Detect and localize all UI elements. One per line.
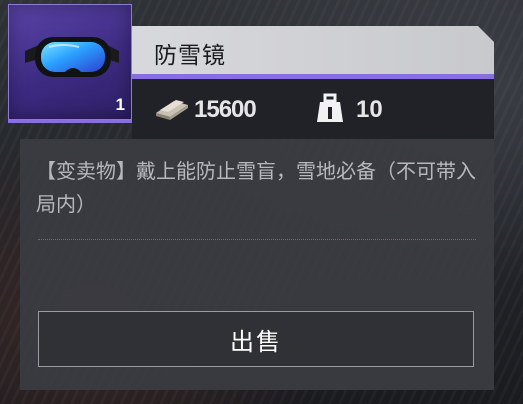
- item-thumbnail: 1: [8, 4, 132, 120]
- panel-divider: [38, 239, 476, 240]
- item-stats-bar: 15600 10: [132, 79, 494, 139]
- item-detail-panel: 【变卖物】戴上能防止雪盲，雪地必备（不可带入局内） 出售: [20, 139, 494, 390]
- item-price: 15600: [194, 96, 257, 123]
- rarity-underline: [8, 120, 132, 123]
- item-weight: 10: [356, 96, 383, 123]
- sell-button[interactable]: 出售: [38, 311, 474, 367]
- item-description: 【变卖物】戴上能防止雪盲，雪地必备（不可带入局内）: [36, 159, 476, 216]
- sell-button-label: 出售: [230, 327, 282, 356]
- weight-icon: [317, 93, 343, 122]
- ski-goggles-icon: [25, 37, 119, 77]
- item-count: 1: [115, 95, 125, 114]
- item-title-bar: 防雪镜: [132, 26, 494, 74]
- item-title: 防雪镜: [154, 43, 226, 69]
- silver-bar-icon: [156, 100, 188, 120]
